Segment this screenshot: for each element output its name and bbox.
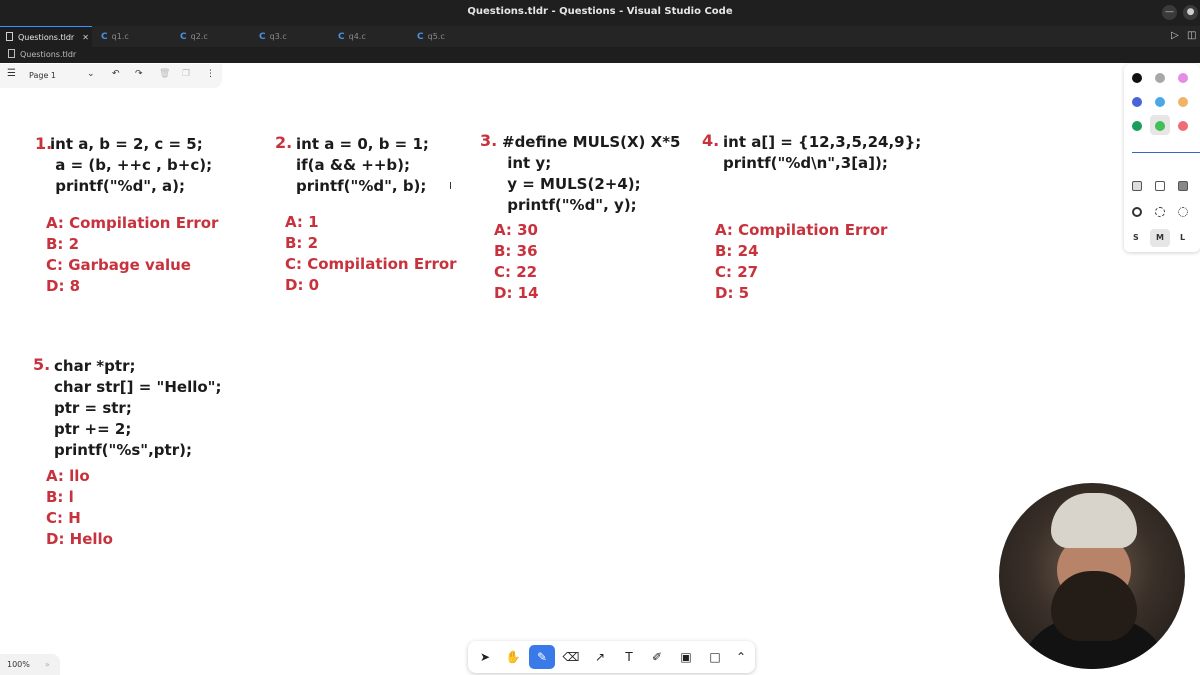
size-large-option[interactable]: L [1180,233,1185,242]
tab-q1[interactable]: Cq1.c [95,26,173,47]
color-swatch-violet[interactable] [1178,73,1188,83]
opacity-slider[interactable] [1132,152,1200,153]
window-title: Questions.tldr - Questions - Visual Stud… [467,6,733,17]
hand-tool-icon[interactable]: ✋ [500,645,526,669]
size-small-option[interactable]: S [1133,233,1139,242]
question-options: A: Compilation Error B: 24 C: 27 D: 5 [715,221,888,302]
tab-label: q3.c [269,32,287,41]
tab-label: q1.c [111,32,129,41]
question-number: 3. [480,131,498,150]
note-tool-icon[interactable]: ✐ [644,645,670,669]
file-icon [8,49,15,58]
eraser-tool-icon[interactable]: ⌫ [558,645,584,669]
select-tool-icon[interactable]: ➤ [472,645,498,669]
color-swatch-red[interactable] [1178,121,1188,131]
title-bar: Questions.tldr - Questions - Visual Stud… [0,0,1200,26]
breadcrumb-file[interactable]: Questions.tldr [20,50,76,59]
draw-tool-icon[interactable]: ✎ [529,645,555,669]
presenter-turban [1051,493,1137,548]
fill-semi-icon[interactable] [1155,181,1165,191]
presenter-beard [1051,571,1137,641]
image-tool-icon[interactable]: ▣ [673,645,699,669]
dash-dotted-icon[interactable] [1178,207,1188,217]
question-options: A: llo B: l C: H D: Hello [46,467,113,548]
page-menu-bar: ☰ Page 1 ⌄ ↶ ↷ 🗑 ❐ ⋮ [0,64,222,88]
undo-icon[interactable]: ↶ [112,69,120,79]
tab-label: q4.c [348,32,366,41]
color-swatch-blue[interactable] [1132,97,1142,107]
redo-icon[interactable]: ↷ [135,69,143,79]
tab-questions-tldr[interactable]: Questions.tldr ✕ [0,26,92,47]
hamburger-menu-icon[interactable]: ☰ [7,68,16,79]
c-file-icon: C [259,32,266,42]
c-file-icon: C [417,32,424,42]
zoom-control[interactable]: 100% » [0,654,60,675]
page-name[interactable]: Page 1 [29,71,56,80]
c-file-icon: C [338,32,345,42]
more-vertical-icon[interactable]: ⋮ [206,69,215,79]
size-medium-option[interactable]: M [1156,233,1164,242]
editor-tabs: Questions.tldr ✕ Cq1.c Cq2.c Cq3.c Cq4.c … [0,26,1200,47]
color-swatch-black[interactable] [1132,73,1142,83]
c-file-icon: C [180,32,187,42]
file-icon [6,32,13,41]
question-code: #define MULS(X) X*5 int y; y = MULS(2+4)… [502,133,681,214]
zoom-level: 100% [7,660,30,669]
duplicate-icon[interactable]: ❐ [182,69,190,79]
color-swatch-green[interactable] [1132,121,1142,131]
question-options: A: Compilation Error B: 2 C: Garbage val… [46,214,219,295]
question-number: 4. [702,131,720,150]
arrow-tool-icon[interactable]: ↗ [587,645,613,669]
question-number: 5. [33,355,51,374]
fill-none-icon[interactable] [1132,181,1142,191]
split-editor-icon[interactable]: ◫ [1187,30,1196,41]
question-code: int a[] = {12,3,5,24,9}; printf("%d\n",3… [723,133,922,172]
fill-solid-icon[interactable] [1178,181,1188,191]
webcam-overlay [997,481,1187,671]
color-swatch-grey[interactable] [1155,73,1165,83]
chevron-down-icon[interactable]: ⌄ [87,69,95,79]
close-window-button[interactable]: ● [1183,5,1198,20]
question-options: A: 1 B: 2 C: Compilation Error D: 0 [285,213,457,294]
tab-q3[interactable]: Cq3.c [253,26,331,47]
tab-q5[interactable]: Cq5.c [411,26,487,47]
breadcrumb: Questions.tldr [0,47,1200,63]
chevron-up-icon[interactable]: ⌃ [728,645,754,669]
minimap-toggle-icon[interactable]: » [45,660,50,669]
tab-label: q5.c [427,32,445,41]
tab-label: q2.c [190,32,208,41]
question-options: A: 30 B: 36 C: 22 D: 14 [494,221,539,302]
style-panel: S M L [1124,64,1200,252]
minimize-button[interactable]: — [1162,5,1177,20]
c-file-icon: C [101,32,108,42]
color-swatch-orange[interactable] [1178,97,1188,107]
rectangle-tool-icon[interactable]: □ [702,645,728,669]
question-number: 2. [275,133,293,152]
color-swatch-light-green[interactable] [1155,121,1165,131]
question-code: int a, b = 2, c = 5; a = (b, ++c , b+c);… [50,135,213,195]
dash-dashed-icon[interactable] [1155,207,1165,217]
text-tool-icon[interactable]: T [616,645,642,669]
trash-icon[interactable]: 🗑 [159,69,170,79]
tab-q4[interactable]: Cq4.c [332,26,410,47]
text-cursor-icon: I [449,181,452,192]
tab-q2[interactable]: Cq2.c [174,26,252,47]
close-tab-icon[interactable]: ✕ [82,33,89,42]
dash-draw-icon[interactable] [1132,207,1142,217]
color-swatch-light-blue[interactable] [1155,97,1165,107]
tab-label: Questions.tldr [18,33,75,42]
question-code: char *ptr; char str[] = "Hello"; ptr = s… [54,357,222,459]
tool-bar: ➤ ✋ ✎ ⌫ ↗ T ✐ ▣ □ ⌃ [468,641,755,673]
question-code: int a = 0, b = 1; if(a && ++b); printf("… [296,135,429,195]
run-icon[interactable]: ▷ [1171,30,1179,41]
